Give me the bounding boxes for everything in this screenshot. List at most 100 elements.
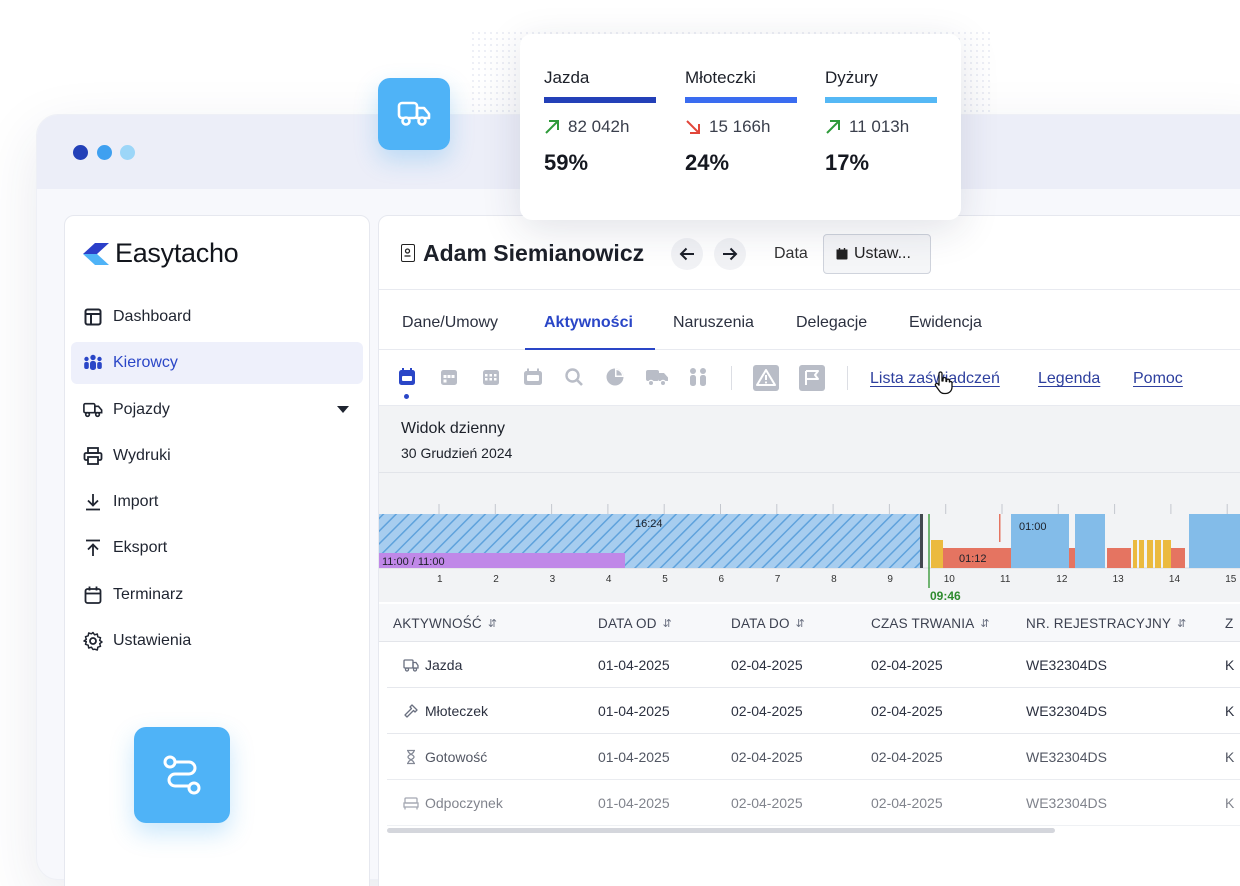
timeline-hour-label: 10: [944, 574, 956, 585]
sidebar-item-pojazdy[interactable]: Pojazdy: [71, 389, 363, 431]
hammer-icon: [404, 704, 418, 718]
rest-segment-label: 16:24: [635, 518, 663, 530]
range-view-icon[interactable]: [523, 367, 543, 387]
tab-delegacje[interactable]: Delegacje: [796, 314, 867, 332]
window-dot-3[interactable]: [120, 145, 135, 160]
trend-up-icon: [826, 120, 840, 134]
timeline-hour-label: 14: [1169, 574, 1181, 585]
route-icon: [163, 755, 201, 795]
cell-duration: 02-04-2025: [871, 703, 943, 719]
cell-activity: Gotowość: [425, 749, 488, 765]
arrow-right-icon: [723, 247, 738, 261]
cell-z: K: [1225, 749, 1235, 765]
timeline-hour-label: 1: [437, 574, 443, 585]
current-time-label: 09:46: [930, 589, 961, 602]
window-dot-2[interactable]: [97, 145, 112, 160]
table-row[interactable]: Młoteczek 01-04-2025 02-04-2025 02-04-20…: [387, 688, 1240, 734]
trend-down-icon: [686, 120, 700, 134]
team-icon[interactable]: [687, 367, 709, 387]
column-header-registration[interactable]: NR. REJESTRACYJNY ⇵: [1026, 616, 1187, 631]
table-header: AKTYWNOŚĆ ⇵ DATA OD ⇵ DATA DO ⇵ CZAS TRWANI…: [379, 604, 1240, 642]
availability-segment[interactable]: [931, 540, 943, 568]
sidebar-item-kierowcy[interactable]: Kierowcy: [71, 342, 363, 385]
activity-timeline[interactable]: 11:00 / 11:00 16:24 01:12 01:00 09:46 1 …: [379, 492, 1240, 602]
tab-dane-umowy[interactable]: Dane/Umowy: [402, 314, 498, 332]
stats-card: Jazda 82 042h 59% Młoteczki 15 166h 24% …: [520, 34, 961, 220]
table-row[interactable]: Jazda 01-04-2025 02-04-2025 02-04-2025 W…: [387, 642, 1240, 688]
tab-ewidencja[interactable]: Ewidencja: [909, 314, 982, 332]
printer-icon: [83, 446, 103, 466]
timeline-hour-label: 13: [1113, 574, 1125, 585]
sidebar-item-wydruki[interactable]: Wydruki: [71, 435, 363, 477]
cell-date-to: 02-04-2025: [731, 703, 803, 719]
vehicle-tile-button[interactable]: [378, 78, 450, 150]
cell-date-from: 01-04-2025: [598, 657, 670, 673]
timeline-hour-label: 12: [1056, 574, 1068, 585]
cell-duration: 02-04-2025: [871, 749, 943, 765]
stat-jazda: Jazda 82 042h 59%: [544, 68, 656, 176]
previous-button[interactable]: [671, 238, 703, 270]
day-view-title: Widok dzienny: [401, 420, 506, 437]
tab-naruszenia[interactable]: Naruszenia: [673, 314, 754, 332]
stat-dyzury: Dyżury 11 013h 17%: [825, 68, 937, 176]
cell-activity: Jazda: [425, 657, 463, 673]
column-header-activity[interactable]: AKTYWNOŚĆ ⇵: [393, 616, 497, 631]
cell-date-to: 02-04-2025: [731, 795, 803, 811]
brand-name: Easytacho: [115, 238, 239, 268]
brand-mark-icon: [83, 242, 109, 265]
date-picker-button[interactable]: Ustaw...: [823, 234, 931, 274]
toolbar-divider: [847, 366, 848, 390]
horizontal-scrollbar[interactable]: [387, 828, 1055, 833]
page-title: Adam Siemianowicz: [423, 240, 645, 266]
window-dot-1[interactable]: [73, 145, 88, 160]
sidebar-item-ustawienia[interactable]: Ustawienia: [71, 620, 363, 662]
sidebar-item-label: Dashboard: [113, 308, 192, 325]
flag-icon[interactable]: [799, 365, 825, 391]
brand-logo[interactable]: Easytacho: [79, 238, 239, 269]
week-view-icon[interactable]: [439, 367, 459, 387]
chevron-down-icon[interactable]: [337, 405, 349, 413]
import-icon: [83, 492, 103, 512]
warning-icon[interactable]: [753, 365, 779, 391]
cell-z: K: [1225, 703, 1235, 719]
arrow-left-icon: [679, 247, 694, 261]
column-header-date-from[interactable]: DATA OD ⇵: [598, 616, 672, 631]
date-button-label: Ustaw...: [854, 245, 911, 262]
column-header-date-to[interactable]: DATA DO ⇵: [731, 616, 805, 631]
stat-label: Dyżury: [825, 68, 878, 87]
app-stage: Easytacho Dashboard Kierowcy Pojazdy Wyd…: [0, 0, 1240, 886]
timeline-hour-label: 6: [719, 574, 725, 585]
column-header-z[interactable]: Z: [1225, 616, 1233, 631]
tab-aktywnosci[interactable]: Aktywności: [544, 314, 633, 332]
search-icon[interactable]: [564, 367, 584, 387]
sidebar-item-dashboard[interactable]: Dashboard: [71, 296, 363, 338]
day-view-icon[interactable]: [397, 367, 417, 387]
column-header-duration[interactable]: CZAS TRWANIA ⇵: [871, 616, 990, 631]
sidebar-item-label: Eksport: [113, 539, 168, 557]
cell-registration: WE32304DS: [1026, 703, 1107, 719]
active-tab-indicator: [525, 348, 655, 350]
drivers-icon: [83, 353, 103, 373]
sidebar-item-eksport[interactable]: Eksport: [71, 527, 363, 569]
sidebar-item-terminarz[interactable]: Terminarz: [71, 574, 363, 616]
stat-hours: 11 013h: [849, 117, 910, 136]
truck-icon[interactable]: [645, 367, 669, 387]
legend-link[interactable]: Legenda: [1038, 370, 1100, 388]
stat-percent: 24%: [685, 150, 730, 175]
divider: [379, 472, 1240, 473]
table-row[interactable]: Gotowość 01-04-2025 02-04-2025 02-04-202…: [387, 734, 1240, 780]
timeline-hour-label: 7: [775, 574, 781, 585]
stat-mloteczki: Młoteczki 15 166h 24%: [685, 68, 797, 176]
timeline-hour-label: 4: [606, 574, 612, 585]
pie-chart-icon[interactable]: [605, 367, 625, 387]
help-link[interactable]: Pomoc: [1133, 370, 1183, 388]
month-view-icon[interactable]: [481, 367, 501, 387]
sidebar-item-import[interactable]: Import: [71, 481, 363, 523]
stat-percent: 59%: [544, 150, 589, 175]
route-tile-button[interactable]: [134, 727, 230, 823]
table-row[interactable]: Odpoczynek 01-04-2025 02-04-2025 02-04-2…: [387, 780, 1240, 826]
next-button[interactable]: [714, 238, 746, 270]
sidebar-item-label: Terminarz: [113, 585, 184, 603]
layout-icon: [83, 307, 103, 327]
cell-activity: Odpoczynek: [425, 795, 503, 811]
